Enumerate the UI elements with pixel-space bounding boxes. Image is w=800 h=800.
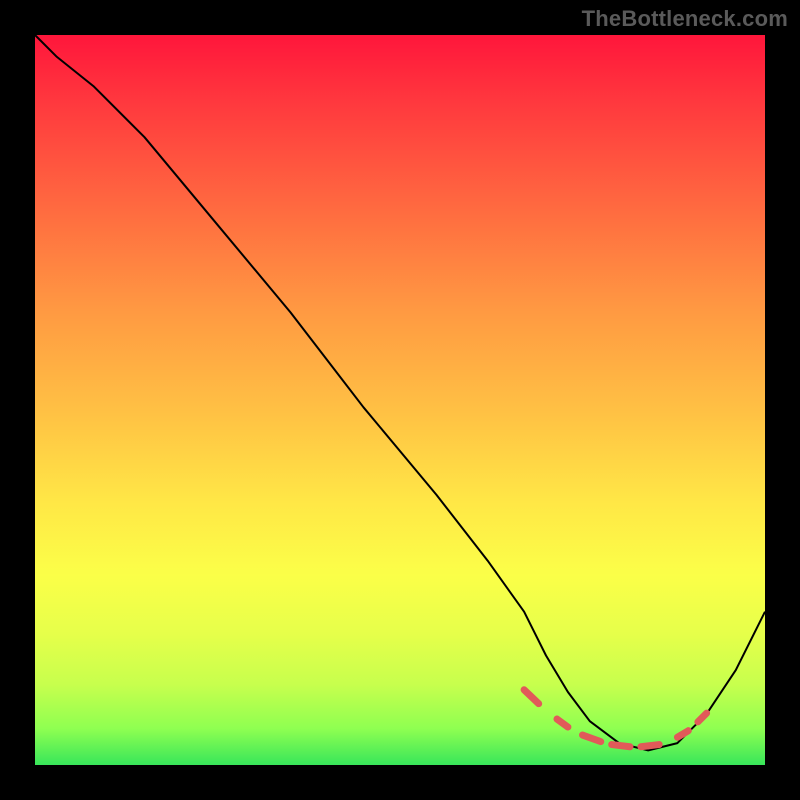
curve-line	[35, 35, 765, 750]
marker-dash	[612, 745, 630, 747]
marker-dash	[583, 735, 601, 742]
marker-dash	[698, 713, 707, 722]
marker-dash	[524, 690, 539, 704]
marker-dash	[641, 745, 659, 747]
watermark-text: TheBottleneck.com	[582, 6, 788, 32]
chart-svg	[35, 35, 765, 765]
marker-dash	[677, 731, 688, 738]
marker-dash	[557, 719, 568, 727]
marker-dashes	[524, 690, 707, 747]
